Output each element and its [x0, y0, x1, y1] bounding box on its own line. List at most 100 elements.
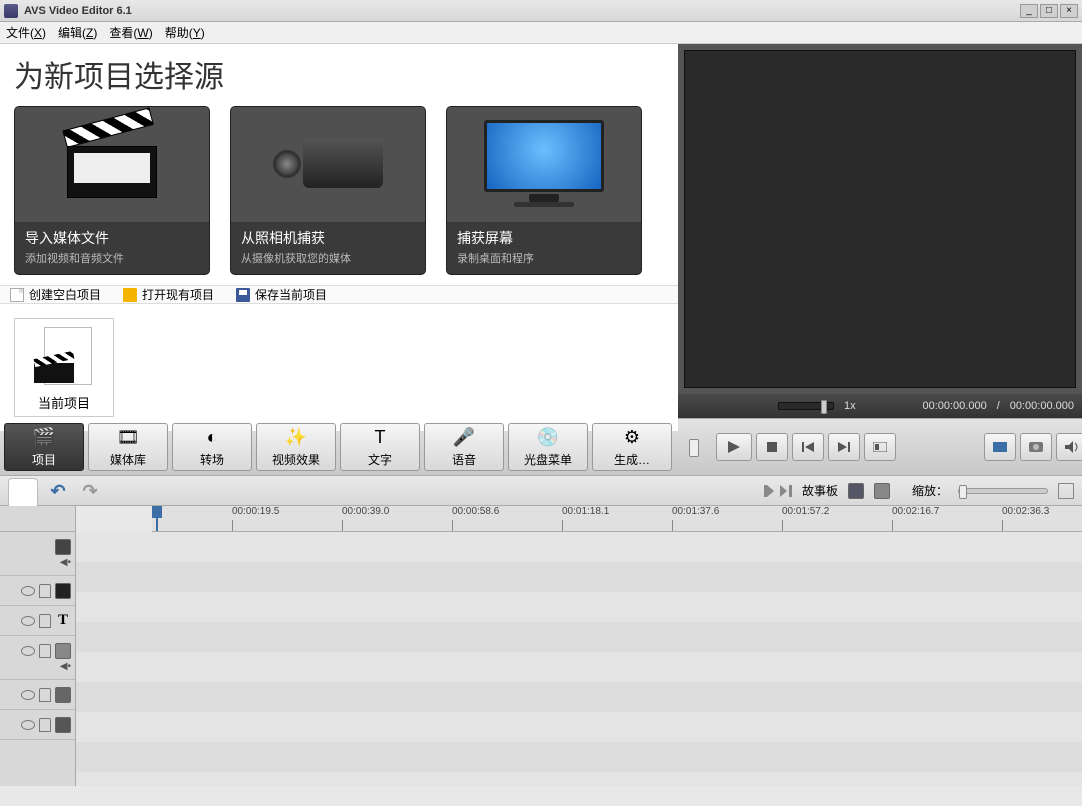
- storyboard-view-icon[interactable]: [848, 483, 864, 499]
- redo-button[interactable]: ↷: [78, 481, 102, 501]
- menu-view[interactable]: 查看(W): [109, 24, 152, 41]
- play-button[interactable]: [716, 433, 752, 461]
- preview-screen[interactable]: [684, 50, 1076, 388]
- eye-icon[interactable]: [21, 586, 35, 596]
- tab-label: 语音: [452, 451, 476, 468]
- effect-track-icon: [55, 583, 71, 599]
- time-separator: /: [997, 400, 1000, 412]
- card-capture-screen[interactable]: 捕获屏幕录制桌面和程序: [446, 106, 642, 275]
- tab-label: 视频效果: [272, 451, 320, 468]
- menu-help[interactable]: 帮助(Y): [165, 24, 205, 41]
- lock-icon[interactable]: [39, 718, 51, 732]
- stop-button[interactable]: [756, 433, 788, 461]
- tab-label: 媒体库: [110, 451, 146, 468]
- card-subtitle: 录制桌面和程序: [457, 250, 631, 266]
- eye-icon[interactable]: [21, 720, 35, 730]
- timeline-tab[interactable]: [8, 478, 38, 506]
- lock-icon[interactable]: [39, 688, 51, 702]
- project-thumb-icon: [32, 325, 96, 389]
- ruler-tick: 00:00:39.0: [342, 506, 389, 517]
- preview-panel: 1x 00:00:00.000 / 00:00:00.000: [678, 44, 1082, 418]
- track-head-audio2[interactable]: [0, 710, 75, 740]
- card-import-media[interactable]: 导入媒体文件添加视频和音频文件: [14, 106, 210, 275]
- lock-icon[interactable]: [39, 644, 51, 658]
- track-head-effect[interactable]: [0, 576, 75, 606]
- tab-icon: 🎤: [452, 427, 476, 449]
- storyboard-label[interactable]: 故事板: [802, 482, 838, 499]
- video-track-icon: [55, 539, 71, 555]
- ruler-tick: 00:01:18.1: [562, 506, 609, 517]
- tab-icon: ◐: [200, 427, 224, 449]
- titlebar: AVS Video Editor 6.1 _ □ ×: [0, 0, 1082, 22]
- speed-slider[interactable]: [778, 402, 834, 410]
- marker-begin-icon[interactable]: [764, 485, 776, 497]
- tab-transition[interactable]: ◐转场: [172, 423, 252, 471]
- close-button[interactable]: ×: [1060, 4, 1078, 18]
- tab-produce[interactable]: ⚙ 生成…: [592, 423, 672, 471]
- tab-icon: ⚙: [620, 427, 644, 449]
- tab-label: 文字: [368, 451, 392, 468]
- playhead[interactable]: [152, 506, 162, 518]
- card-title: 捕获屏幕: [457, 228, 631, 248]
- minimize-button[interactable]: _: [1020, 4, 1038, 18]
- camcorder-icon: [273, 130, 383, 200]
- tab-media[interactable]: 🎞媒体库: [88, 423, 168, 471]
- fullscreen-button[interactable]: [984, 433, 1016, 461]
- track-head-audio1[interactable]: [0, 680, 75, 710]
- menu-edit[interactable]: 编辑(Z): [58, 24, 97, 41]
- tab-text[interactable]: T 文字: [340, 423, 420, 471]
- snapshot-button[interactable]: [1020, 433, 1052, 461]
- track-head-video-overlay[interactable]: ◀•: [0, 636, 75, 680]
- new-project-button[interactable]: 创建空白项目: [10, 286, 101, 303]
- eye-icon[interactable]: [21, 646, 35, 656]
- main-toolbar: 🎬项目🎞媒体库◐转场✨视频效果 T 文字 🎤 语音 💿光盘菜单 ⚙ 生成…: [0, 418, 1082, 476]
- timeline-view-icon[interactable]: [874, 483, 890, 499]
- app-title: AVS Video Editor 6.1: [24, 5, 1020, 17]
- project-area: 当前项目: [0, 304, 678, 431]
- card-capture-camera[interactable]: 从照相机捕获从摄像机获取您的媒体: [230, 106, 426, 275]
- current-project-item[interactable]: 当前项目: [14, 318, 114, 417]
- timeline-header: ↶ ↷ 故事板 缩放：: [0, 476, 1082, 506]
- mic-track-icon: [55, 717, 71, 733]
- time-total: 00:00:00.000: [1010, 400, 1074, 412]
- tab-voice[interactable]: 🎤 语音: [424, 423, 504, 471]
- playback-options-button[interactable]: [864, 433, 896, 461]
- lock-icon[interactable]: [39, 614, 51, 628]
- ruler-tick: 00:01:37.6: [672, 506, 719, 517]
- zoom-slider[interactable]: [958, 488, 1048, 494]
- track-head-text[interactable]: T: [0, 606, 75, 636]
- track-lanes[interactable]: [76, 532, 1082, 786]
- save-project-button[interactable]: 保存当前项目: [236, 286, 327, 303]
- eye-icon[interactable]: [21, 616, 35, 626]
- clapperboard-icon: [67, 130, 157, 200]
- volume-button[interactable]: [1056, 433, 1082, 461]
- ruler-tick: 00:02:36.3: [1002, 506, 1049, 517]
- track-head-video-main[interactable]: ◀•: [0, 532, 75, 576]
- seek-slider[interactable]: [692, 442, 694, 452]
- prev-frame-button[interactable]: [792, 433, 824, 461]
- maximize-button[interactable]: □: [1040, 4, 1058, 18]
- zoom-label: 缩放：: [912, 482, 948, 499]
- tab-disc[interactable]: 💿光盘菜单: [508, 423, 588, 471]
- lock-icon[interactable]: [39, 584, 51, 598]
- tab-label: 生成…: [614, 451, 650, 468]
- timeline-ruler[interactable]: 00:00:19.500:00:39.000:00:58.600:01:18.1…: [152, 506, 1082, 532]
- next-frame-button[interactable]: [828, 433, 860, 461]
- card-subtitle: 从摄像机获取您的媒体: [241, 250, 415, 266]
- open-project-button[interactable]: 打开现有项目: [123, 286, 214, 303]
- menu-file[interactable]: 文件(X): [6, 24, 46, 41]
- source-heading: 为新项目选择源: [0, 44, 678, 100]
- menubar: 文件(X) 编辑(Z) 查看(W) 帮助(Y): [0, 22, 1082, 44]
- undo-button[interactable]: ↶: [46, 481, 70, 501]
- overlay-track-icon: [55, 643, 71, 659]
- tab-icon: 💿: [536, 427, 560, 449]
- time-current: 00:00:00.000: [922, 400, 986, 412]
- zoom-fit-button[interactable]: [1058, 483, 1074, 499]
- marker-end-icon[interactable]: [780, 485, 792, 497]
- tab-effects[interactable]: ✨视频效果: [256, 423, 336, 471]
- text-track-icon: T: [55, 612, 71, 629]
- tab-project[interactable]: 🎬项目: [4, 423, 84, 471]
- tab-icon: T: [368, 427, 392, 449]
- eye-icon[interactable]: [21, 690, 35, 700]
- ruler-tick: 00:01:57.2: [782, 506, 829, 517]
